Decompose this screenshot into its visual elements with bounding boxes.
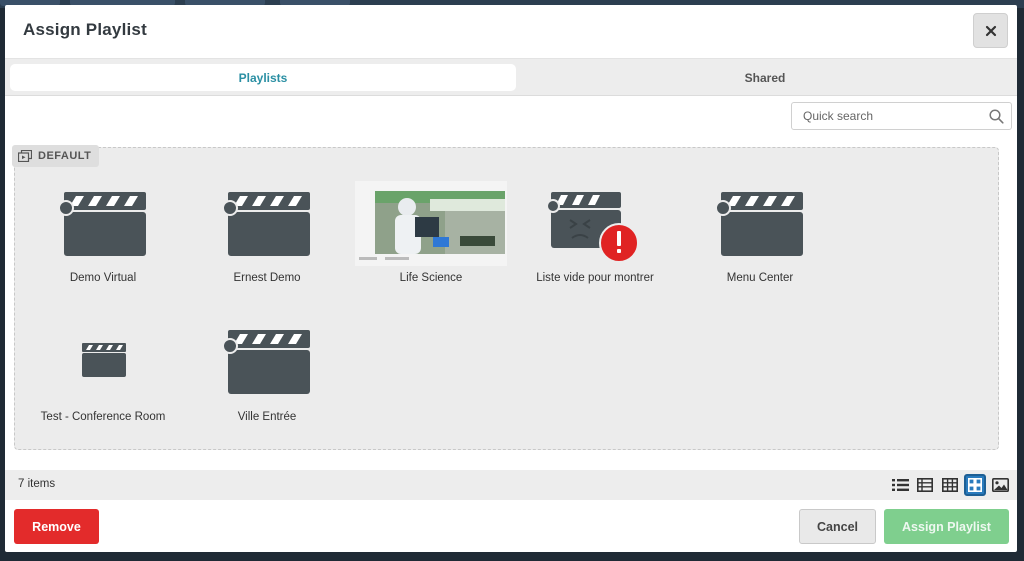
clapperboard-icon-small — [21, 340, 185, 380]
playlist-item[interactable]: Test - Conference Room — [21, 320, 185, 430]
group-label: DEFAULT — [12, 145, 100, 167]
playlist-item[interactable]: Menu Center — [678, 180, 842, 290]
tile-view-icon — [968, 478, 982, 492]
assign-playlist-button[interactable]: Assign Playlist — [884, 509, 1009, 544]
list-view-button[interactable] — [889, 474, 911, 496]
table-view-button[interactable] — [914, 474, 936, 496]
playlist-item-label: Ernest Demo — [233, 272, 301, 284]
tab-bar: Playlists Shared — [5, 59, 1017, 96]
search-icon[interactable] — [989, 109, 1004, 124]
modal-title: Assign Playlist — [23, 20, 147, 39]
image-view-button[interactable] — [989, 474, 1011, 496]
item-count: 7 items — [18, 478, 56, 490]
tab-shared[interactable]: Shared — [517, 64, 1013, 91]
playlist-item-label: Menu Center — [726, 272, 794, 284]
clapperboard-icon — [185, 186, 349, 261]
playlist-item[interactable]: Ville Entrée — [185, 320, 349, 430]
playlist-item-label: Liste vide pour montrer — [536, 272, 654, 284]
playlist-item-label: Test - Conference Room — [40, 411, 166, 423]
playlist-item-label: Ville Entrée — [237, 411, 297, 423]
grid-view-icon — [942, 478, 958, 492]
clapperboard-icon — [185, 324, 349, 399]
tile-view-button[interactable] — [964, 474, 986, 496]
assign-playlist-modal: Assign Playlist Playlists Shared DEFAULT — [5, 5, 1017, 552]
playlist-thumbnail-image — [349, 181, 513, 266]
playlist-item[interactable]: Life Science — [349, 180, 513, 290]
list-footer: 7 items — [5, 470, 1017, 500]
close-icon — [985, 25, 996, 36]
clapperboard-icon — [678, 186, 842, 261]
playlist-item-label: Life Science — [399, 272, 463, 284]
modal-header: Assign Playlist — [5, 5, 1017, 59]
playlist-item[interactable]: Liste vide pour montrer — [513, 180, 677, 290]
playlist-item[interactable]: Demo Virtual — [21, 180, 185, 290]
grid-view-button[interactable] — [939, 474, 961, 496]
tab-playlists[interactable]: Playlists — [10, 64, 516, 91]
table-view-icon — [917, 478, 933, 492]
search-input[interactable] — [792, 103, 993, 129]
playlist-group-icon — [18, 150, 32, 162]
image-view-icon — [991, 478, 1009, 492]
group-label-text: DEFAULT — [38, 150, 92, 162]
quick-search — [791, 102, 1012, 130]
remove-button[interactable]: Remove — [14, 509, 99, 544]
view-switcher — [889, 474, 1011, 496]
playlist-item-label: Demo Virtual — [69, 272, 137, 284]
cancel-button[interactable]: Cancel — [799, 509, 876, 544]
playlist-item[interactable]: Ernest Demo — [185, 180, 349, 290]
close-button[interactable] — [973, 13, 1008, 48]
empty-playlist-error-icon — [513, 188, 677, 268]
list-view-icon — [891, 479, 909, 491]
clapperboard-icon — [21, 186, 185, 261]
